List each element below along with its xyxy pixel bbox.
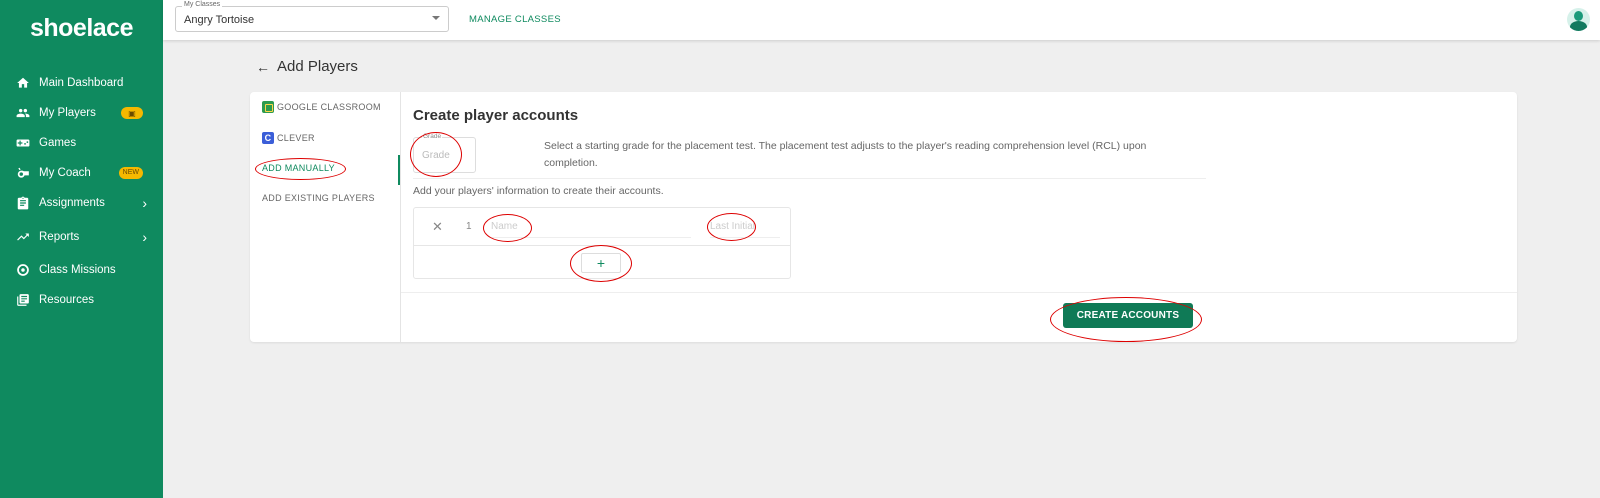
grade-help-text: Select a starting grade for the placemen… xyxy=(544,140,1147,169)
divider xyxy=(413,178,1206,179)
sidebar-item-reports[interactable]: Reports › xyxy=(0,218,163,255)
chevron-right-icon: › xyxy=(142,228,147,245)
class-select-label: My Classes xyxy=(182,1,223,8)
sidebar-nav: Main Dashboard My Players ▣ Games My Coa… xyxy=(0,68,163,315)
tab-add-existing-players[interactable]: ADD EXISTING PLAYERS xyxy=(262,193,375,203)
sidebar-item-assignments[interactable]: Assignments › xyxy=(0,188,163,218)
logo-text: shoelace xyxy=(29,14,134,42)
sidebar-item-label: Resources xyxy=(39,294,94,306)
page-title: Add Players xyxy=(277,58,358,75)
manage-classes-link[interactable]: MANAGE CLASSES xyxy=(469,14,561,25)
tab-add-manually[interactable]: ADD MANUALLY xyxy=(262,163,335,173)
whistle-icon xyxy=(16,166,30,180)
sidebar-item-label: My Players xyxy=(39,107,96,119)
players-help-text: Add your players' information to create … xyxy=(413,185,664,197)
source-tabs: GOOGLE CLASSROOM C CLEVER ADD MANUALLY A… xyxy=(250,92,401,342)
sidebar-item-main-dashboard[interactable]: Main Dashboard xyxy=(0,68,163,98)
clever-icon: C xyxy=(262,132,274,144)
class-select[interactable]: My Classes Angry Tortoise xyxy=(175,1,449,32)
user-avatar[interactable] xyxy=(1567,8,1590,31)
chevron-right-icon: › xyxy=(142,195,147,211)
divider xyxy=(401,292,1517,293)
grade-select[interactable]: Grade Grade xyxy=(413,133,476,173)
grade-placeholder: Grade xyxy=(422,150,450,161)
sidebar-item-my-coach[interactable]: My Coach NEW xyxy=(0,158,163,188)
section-title: Create player accounts xyxy=(413,107,579,124)
create-accounts-button[interactable]: CREATE ACCOUNTS xyxy=(1063,303,1193,328)
page-header: ← Add Players xyxy=(256,58,358,75)
sidebar-item-label: Reports xyxy=(39,230,80,243)
tab-label: ADD EXISTING PLAYERS xyxy=(262,193,375,203)
row-number: 1 xyxy=(466,221,472,232)
new-badge: NEW xyxy=(118,167,143,179)
tab-label: GOOGLE CLASSROOM xyxy=(277,102,381,112)
sidebar-item-label: Assignments xyxy=(39,197,105,209)
player-row: ✕ 1 xyxy=(414,208,790,246)
sidebar-item-label: My Coach xyxy=(39,167,91,179)
sidebar: shoelace Main Dashboard My Players ▣ Gam… xyxy=(0,0,163,498)
active-tab-indicator xyxy=(398,155,400,185)
add-players-card: GOOGLE CLASSROOM C CLEVER ADD MANUALLY A… xyxy=(250,92,1517,342)
top-bar: My Classes Angry Tortoise MANAGE CLASSES xyxy=(163,0,1600,40)
target-icon xyxy=(16,263,30,277)
tab-clever[interactable]: C CLEVER xyxy=(262,132,315,144)
last-initial-input[interactable] xyxy=(710,216,780,238)
sidebar-item-my-players[interactable]: My Players ▣ xyxy=(0,98,163,128)
people-icon xyxy=(16,106,30,120)
avatar-head xyxy=(1574,11,1583,21)
sidebar-item-label: Main Dashboard xyxy=(39,77,124,89)
google-classroom-icon xyxy=(262,101,274,113)
tab-google-classroom[interactable]: GOOGLE CLASSROOM xyxy=(262,101,381,113)
players-table: ✕ 1 + xyxy=(413,207,791,279)
sidebar-item-label: Class Missions xyxy=(39,264,116,276)
gift-icon: ▣ xyxy=(121,107,143,119)
sidebar-item-resources[interactable]: Resources xyxy=(0,285,163,315)
tab-label: CLEVER xyxy=(277,133,315,143)
caret-down-icon xyxy=(432,16,440,20)
sidebar-item-class-missions[interactable]: Class Missions xyxy=(0,255,163,285)
add-row-button[interactable]: + xyxy=(581,253,621,273)
library-icon xyxy=(16,293,30,307)
home-icon xyxy=(16,76,30,90)
arrow-left-icon[interactable]: ← xyxy=(256,59,270,75)
sidebar-item-games[interactable]: Games xyxy=(0,128,163,158)
avatar-body xyxy=(1570,21,1587,31)
shoelace-logo[interactable]: shoelace xyxy=(0,0,163,68)
manual-add-panel: Create player accounts Grade Grade Selec… xyxy=(401,92,1517,342)
tab-label: ADD MANUALLY xyxy=(262,163,335,173)
class-select-value: Angry Tortoise xyxy=(184,14,255,26)
close-icon[interactable]: ✕ xyxy=(432,219,443,235)
clipboard-icon xyxy=(16,196,30,210)
trending-up-icon xyxy=(16,230,30,244)
name-input[interactable] xyxy=(491,216,691,238)
grade-label: Grade xyxy=(422,133,443,140)
gamepad-icon xyxy=(16,136,30,150)
sidebar-item-label: Games xyxy=(39,137,77,149)
